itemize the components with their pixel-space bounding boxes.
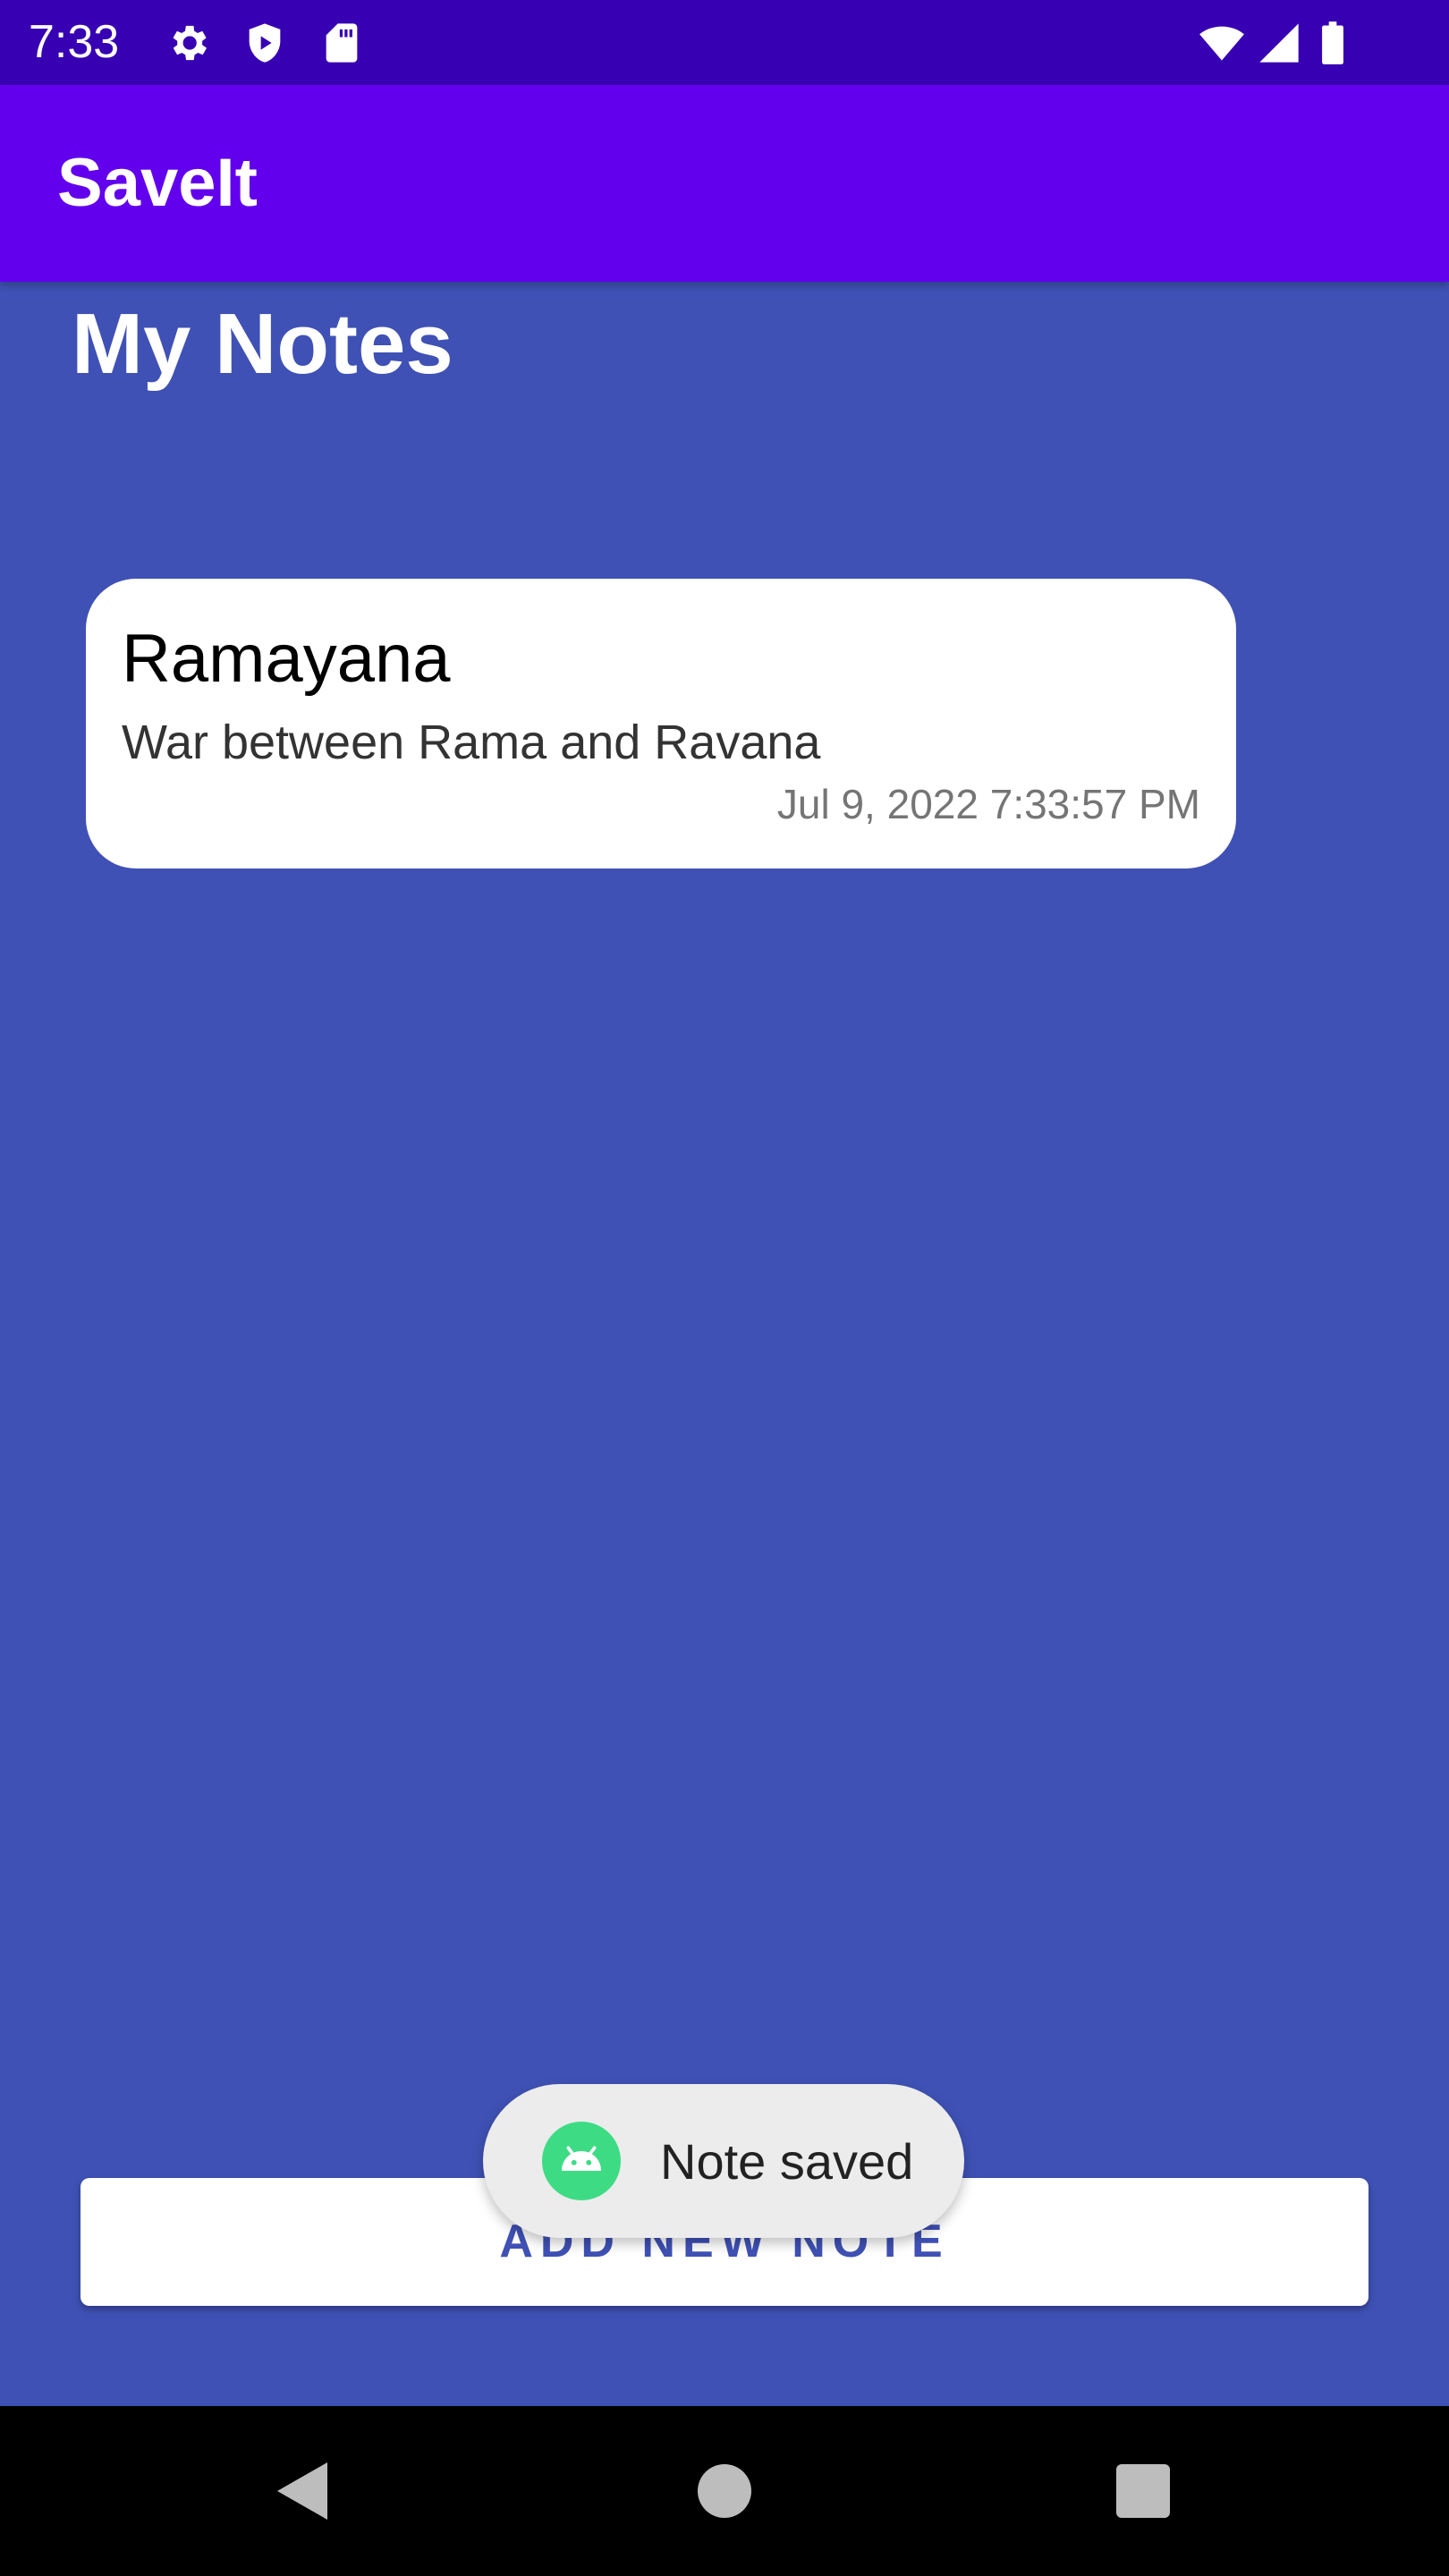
home-icon[interactable] [689,2455,760,2527]
toast-message: Note saved [660,2133,914,2190]
sd-card-icon [318,20,365,66]
screen: 7:33 SaveIt My Notes Ramayana War betwee… [0,0,1449,2576]
gear-icon [165,20,211,66]
status-time: 7:33 [29,16,120,68]
wifi-icon [1195,20,1249,66]
signal-icon [1256,20,1302,66]
back-icon[interactable] [267,2455,338,2527]
page-title: My Notes [72,296,453,392]
app-bar: SaveIt [0,85,1449,282]
note-title: Ramayana [122,621,451,697]
note-description: War between Rama and Ravana [122,716,821,769]
recents-icon[interactable] [1107,2455,1179,2527]
status-bar: 7:33 [0,0,1449,85]
toast: Note saved [483,2084,964,2238]
navigation-bar [0,2406,1449,2576]
note-card[interactable]: Ramayana War between Rama and Ravana Jul… [86,579,1236,869]
battery-icon [1315,20,1351,66]
note-date: Jul 9, 2022 7:33:57 PM [776,781,1200,827]
android-icon [542,2122,621,2200]
shield-play-icon [242,20,288,66]
app-title: SaveIt [57,145,258,221]
